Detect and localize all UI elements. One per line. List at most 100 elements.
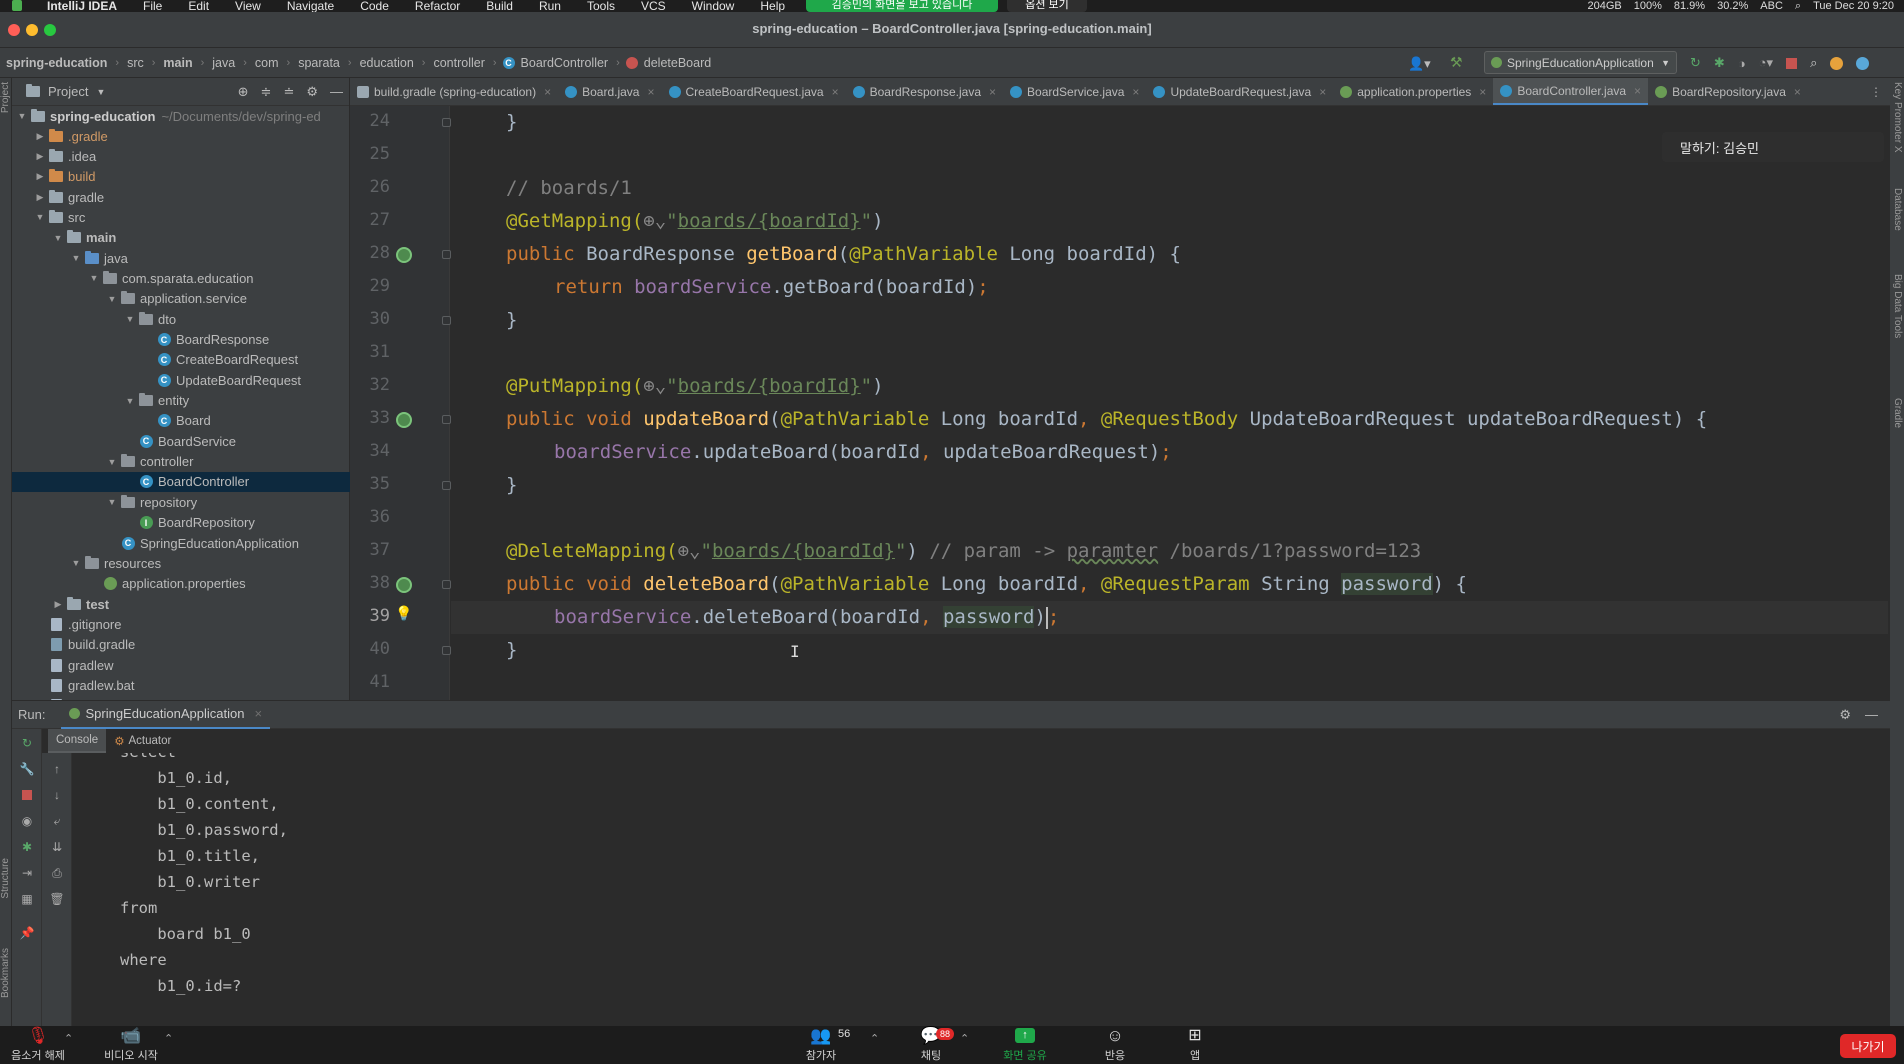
tree-item-board[interactable]: C Board xyxy=(12,411,350,431)
more-tabs-icon[interactable]: ⋮ xyxy=(1870,78,1890,105)
fold-marker[interactable] xyxy=(442,481,451,490)
tree-item-com-sparata-education[interactable]: ▼ com.sparata.education xyxy=(12,268,350,288)
start-video-button[interactable]: 📹 비디오 시작 xyxy=(96,1026,166,1064)
menu-code[interactable]: Code xyxy=(347,0,402,12)
tree-item-java[interactable]: ▼ java xyxy=(12,248,350,268)
tab-create-board-request[interactable]: CreateBoardRequest.java × xyxy=(662,78,846,105)
breadcrumb-item[interactable]: sparata xyxy=(296,56,342,70)
tree-item-updateboardrequest[interactable]: C UpdateBoardRequest xyxy=(12,370,350,390)
close-icon[interactable]: × xyxy=(1479,85,1486,99)
fold-marker[interactable] xyxy=(442,415,451,424)
menu-window[interactable]: Window xyxy=(679,0,748,12)
database-tool-button[interactable]: Database xyxy=(1892,188,1903,231)
stop-icon[interactable] xyxy=(1786,57,1798,69)
fold-marker[interactable] xyxy=(442,580,451,589)
project-view-select[interactable]: Project xyxy=(48,84,88,99)
input-source[interactable]: ABC xyxy=(1760,0,1783,12)
tree-item-boardrepository[interactable]: I BoardRepository xyxy=(12,513,350,533)
arrow-down-icon[interactable]: ↓ xyxy=(49,787,65,803)
breadcrumb-item[interactable]: com xyxy=(253,56,281,70)
menu-file[interactable]: File xyxy=(130,0,175,12)
tree-item-createboardrequest[interactable]: C CreateBoardRequest xyxy=(12,350,350,370)
chevron-right-icon[interactable]: ▶ xyxy=(50,599,66,610)
run-configuration-select[interactable]: SpringEducationApplication ▼ xyxy=(1484,51,1677,74)
menu-tools[interactable]: Tools xyxy=(574,0,628,12)
datetime[interactable]: Tue Dec 20 9:20 xyxy=(1813,0,1894,12)
menu-build[interactable]: Build xyxy=(473,0,526,12)
tree-root[interactable]: ▼ spring-education ~/Documents/dev/spring-… xyxy=(12,106,350,126)
tab-board-java[interactable]: Board.java × xyxy=(558,78,661,105)
tree-item-gradle[interactable]: ▶ .gradle xyxy=(12,126,350,146)
tree-item-gradlew-bat[interactable]: gradlew.bat xyxy=(12,675,350,695)
close-icon[interactable]: × xyxy=(647,85,654,99)
apple-icon[interactable] xyxy=(12,0,22,11)
layout-icon[interactable]: ▦ xyxy=(19,891,35,907)
gear-icon[interactable]: ⚙ xyxy=(1839,707,1851,723)
tree-item-boardservice[interactable]: C BoardService xyxy=(12,431,350,451)
tree-item-gradlew[interactable]: gradlew xyxy=(12,655,350,675)
console-output[interactable]: select b1_0.id, b1_0.content, b1_0.passw… xyxy=(72,753,1890,1026)
scroll-to-end-icon[interactable]: ⇊ xyxy=(49,839,65,855)
chevron-down-icon[interactable]: ▼ xyxy=(122,396,138,406)
reactions-button[interactable]: ☺ 반응 xyxy=(1092,1026,1138,1064)
trash-icon[interactable]: 🗑 xyxy=(49,891,65,907)
tab-actuator[interactable]: ⚙ Actuator xyxy=(106,729,179,753)
chevron-down-icon[interactable]: ▼ xyxy=(86,273,102,283)
menu-vcs[interactable]: VCS xyxy=(628,0,679,12)
tree-item-main[interactable]: ▼ main xyxy=(12,228,350,248)
breadcrumb-item[interactable]: deleteBoard xyxy=(642,56,713,70)
chevron-up-icon[interactable]: ⌃ xyxy=(164,1032,173,1045)
tab-board-controller[interactable]: BoardController.java × xyxy=(1493,78,1649,105)
view-options-button[interactable]: 옵션 보기 xyxy=(1007,0,1087,12)
arrow-up-icon[interactable]: ↑ xyxy=(49,761,65,777)
close-icon[interactable]: × xyxy=(1319,85,1326,99)
breadcrumb-item[interactable]: java xyxy=(210,56,237,70)
app-name-menu[interactable]: IntelliJ IDEA xyxy=(34,0,130,12)
bookmarks-tool-button[interactable]: Bookmarks xyxy=(0,948,11,998)
tree-item-controller[interactable]: ▼ controller xyxy=(12,452,350,472)
menu-refactor[interactable]: Refactor xyxy=(402,0,473,12)
hide-icon[interactable]: — xyxy=(330,84,343,100)
plugin-icon[interactable] xyxy=(1856,56,1870,70)
tab-build-gradle[interactable]: build.gradle (spring-education) × xyxy=(350,78,558,105)
tab-board-response[interactable]: BoardResponse.java × xyxy=(846,78,1003,105)
menu-view[interactable]: View xyxy=(222,0,274,12)
tree-item-application-properties[interactable]: application.properties xyxy=(12,574,350,594)
tree-item-test[interactable]: ▶ test xyxy=(12,594,350,614)
unmute-button[interactable]: 🎙 음소거 해제 xyxy=(6,1026,70,1064)
chevron-down-icon[interactable]: ▼ xyxy=(14,111,30,121)
gear-icon[interactable]: ⚙ xyxy=(306,84,318,100)
fold-marker[interactable] xyxy=(442,250,451,259)
close-icon[interactable]: × xyxy=(254,706,262,721)
search-icon[interactable]: ⌕ xyxy=(1795,0,1801,12)
tree-item-boardresponse[interactable]: C BoardResponse xyxy=(12,330,350,350)
close-icon[interactable]: × xyxy=(1634,84,1641,98)
tree-item-application-service[interactable]: ▼ application.service xyxy=(12,289,350,309)
chevron-up-icon[interactable]: ⌃ xyxy=(870,1032,879,1045)
chevron-down-icon[interactable]: ▼ xyxy=(32,212,48,222)
breadcrumb-item[interactable]: main xyxy=(161,56,194,70)
close-icon[interactable]: × xyxy=(544,85,551,99)
breadcrumb-item[interactable]: BoardController xyxy=(519,56,611,70)
tab-application-properties[interactable]: application.properties × xyxy=(1333,78,1493,105)
tree-item-dto[interactable]: ▼ dto xyxy=(12,309,350,329)
collapse-all-icon[interactable]: ≐ xyxy=(283,84,294,100)
chevron-down-icon[interactable]: ▼ xyxy=(104,497,120,507)
gradle-tool-button[interactable]: Gradle xyxy=(1892,398,1903,428)
close-icon[interactable]: × xyxy=(1794,85,1801,99)
expand-all-icon[interactable]: ≑ xyxy=(261,84,272,100)
leave-meeting-button[interactable]: 나가기 xyxy=(1840,1034,1896,1058)
user-icon[interactable]: 👤▾ xyxy=(1408,56,1431,72)
debug-icon[interactable]: ✱ xyxy=(19,839,35,855)
camera-icon[interactable]: ◉ xyxy=(19,813,35,829)
tree-item-build-gradle[interactable]: build.gradle xyxy=(12,635,350,655)
web-icon[interactable]: ⊕⌄ xyxy=(678,540,701,562)
chevron-down-icon[interactable]: ▼ xyxy=(96,87,105,97)
chevron-right-icon[interactable]: ▶ xyxy=(32,151,48,162)
menu-navigate[interactable]: Navigate xyxy=(274,0,347,12)
rerun-icon[interactable]: ↻ xyxy=(1690,55,1701,71)
tree-item-repository[interactable]: ▼ repository xyxy=(12,492,350,512)
chevron-down-icon[interactable]: ▼ xyxy=(104,294,120,304)
hide-icon[interactable]: — xyxy=(1865,707,1878,723)
close-icon[interactable]: × xyxy=(1132,85,1139,99)
